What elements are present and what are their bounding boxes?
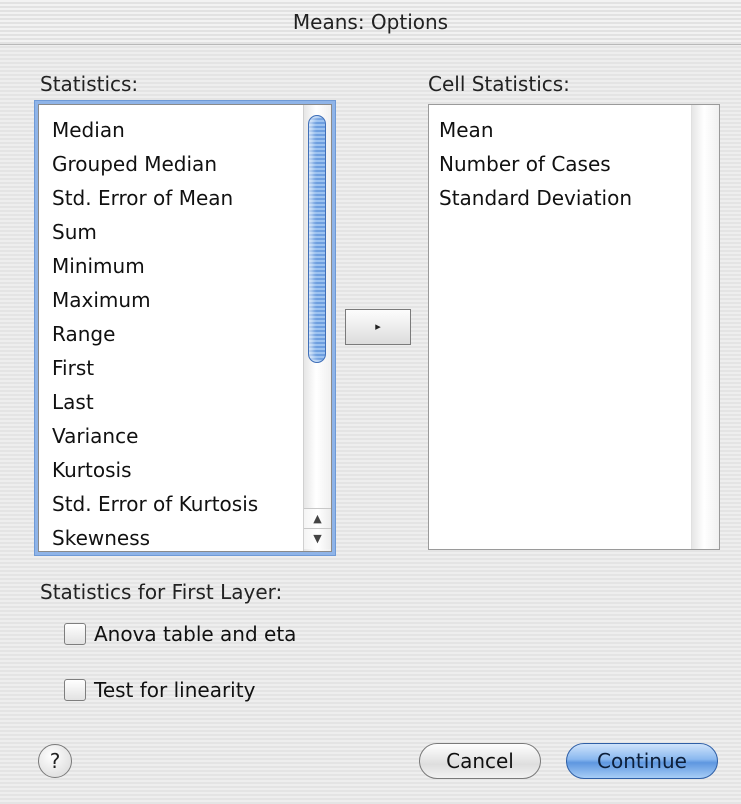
cell-statistics-scrollbar[interactable] xyxy=(691,105,719,549)
statistics-label: Statistics: xyxy=(40,72,139,96)
cell-statistics-item-number-of-cases[interactable]: Number of Cases xyxy=(439,147,632,181)
statistics-item-first[interactable]: First xyxy=(52,351,258,385)
statistics-item-grouped-median[interactable]: Grouped Median xyxy=(52,147,258,181)
statistics-item-maximum[interactable]: Maximum xyxy=(52,283,258,317)
statistics-item-kurtosis[interactable]: Kurtosis xyxy=(52,453,258,487)
statistics-item-last[interactable]: Last xyxy=(52,385,258,419)
continue-button[interactable]: Continue xyxy=(566,743,718,779)
cell-statistics-item-standard-deviation[interactable]: Standard Deviation xyxy=(439,181,632,215)
statistics-items: Median Grouped Median Std. Error of Mean… xyxy=(52,113,258,551)
statistics-list[interactable]: Median Grouped Median Std. Error of Mean… xyxy=(38,104,332,552)
cell-statistics-items: Mean Number of Cases Standard Deviation xyxy=(439,113,632,215)
statistics-item-skewness[interactable]: Skewness xyxy=(52,521,258,551)
help-button[interactable]: ? xyxy=(38,744,72,778)
scroll-up-arrow-icon[interactable]: ▲ xyxy=(304,508,331,529)
statistics-item-sum[interactable]: Sum xyxy=(52,215,258,249)
statistics-scrollbar[interactable]: ▲ ▼ xyxy=(303,105,331,551)
cancel-button[interactable]: Cancel xyxy=(419,743,541,779)
linearity-checkbox-label[interactable]: Test for linearity xyxy=(94,678,255,702)
cell-statistics-label: Cell Statistics: xyxy=(428,72,570,96)
linearity-checkbox[interactable] xyxy=(64,679,86,701)
anova-checkbox-label[interactable]: Anova table and eta xyxy=(94,622,296,646)
statistics-item-variance[interactable]: Variance xyxy=(52,419,258,453)
anova-checkbox[interactable] xyxy=(64,623,86,645)
move-to-cell-statistics-button[interactable]: ▸ xyxy=(345,309,411,345)
statistics-item-range[interactable]: Range xyxy=(52,317,258,351)
right-triangle-icon: ▸ xyxy=(375,320,381,333)
first-layer-label: Statistics for First Layer: xyxy=(40,580,283,604)
linearity-option[interactable]: Test for linearity xyxy=(64,676,255,704)
window-title: Means: Options xyxy=(0,0,741,45)
scroll-down-arrow-icon[interactable]: ▼ xyxy=(304,528,331,549)
question-mark-icon: ? xyxy=(49,749,61,773)
statistics-item-minimum[interactable]: Minimum xyxy=(52,249,258,283)
statistics-item-std-error-of-mean[interactable]: Std. Error of Mean xyxy=(52,181,258,215)
statistics-item-median[interactable]: Median xyxy=(52,113,258,147)
cell-statistics-item-mean[interactable]: Mean xyxy=(439,113,632,147)
statistics-item-std-error-of-kurtosis[interactable]: Std. Error of Kurtosis xyxy=(52,487,258,521)
statistics-scroll-thumb[interactable] xyxy=(308,115,326,363)
cell-statistics-list[interactable]: Mean Number of Cases Standard Deviation xyxy=(428,104,720,550)
anova-option[interactable]: Anova table and eta xyxy=(64,620,296,648)
